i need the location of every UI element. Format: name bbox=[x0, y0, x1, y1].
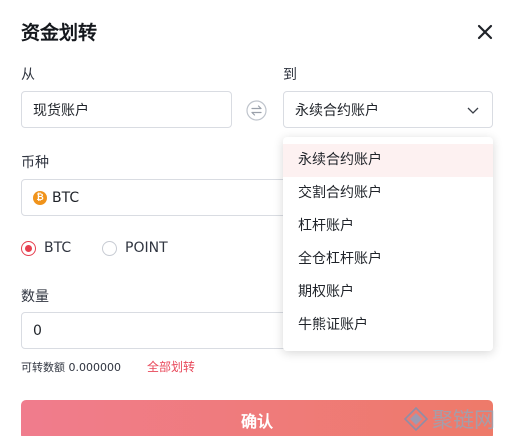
chevron-down-icon bbox=[467, 107, 479, 114]
close-icon[interactable] bbox=[473, 20, 497, 44]
radio-unchecked-icon bbox=[102, 240, 117, 256]
amount-label: 数量 bbox=[21, 289, 49, 305]
bitcoin-icon: ₿ bbox=[33, 190, 47, 205]
dropdown-option[interactable]: 全仓杠杆账户 bbox=[283, 243, 493, 276]
to-label: 到 bbox=[283, 67, 297, 83]
available-amount: 可转数额 0.000000 bbox=[21, 361, 121, 374]
swap-icon[interactable] bbox=[246, 100, 267, 121]
radio-point[interactable]: POINT bbox=[102, 240, 168, 256]
dropdown-option[interactable]: 牛熊证账户 bbox=[283, 309, 493, 342]
dropdown-option[interactable]: 杠杆账户 bbox=[283, 210, 493, 243]
dropdown-option[interactable]: 期权账户 bbox=[283, 276, 493, 309]
dialog-title: 资金划转 bbox=[21, 22, 98, 44]
from-label: 从 bbox=[21, 67, 35, 83]
watermark: 聚链网 bbox=[404, 404, 495, 434]
account-dropdown-menu: 永续合约账户 交割合约账户 杠杆账户 全仓杠杆账户 期权账户 牛熊证账户 bbox=[283, 137, 493, 351]
currency-value: BTC bbox=[52, 189, 80, 206]
transfer-all-link[interactable]: 全部划转 bbox=[147, 358, 195, 375]
dropdown-option[interactable]: 交割合约账户 bbox=[283, 177, 493, 210]
watermark-text: 聚链网 bbox=[432, 408, 495, 432]
to-account-select[interactable]: 永续合约账户 bbox=[283, 91, 493, 128]
watermark-logo-icon bbox=[404, 407, 428, 431]
to-account-value: 永续合约账户 bbox=[295, 102, 379, 119]
currency-label: 币种 bbox=[21, 155, 49, 171]
radio-point-label: POINT bbox=[125, 240, 168, 256]
radio-btc[interactable]: BTC bbox=[21, 240, 71, 256]
amount-value: 0 bbox=[33, 322, 42, 339]
from-account-value: 现货账户 bbox=[33, 102, 89, 119]
dropdown-option[interactable]: 永续合约账户 bbox=[283, 144, 493, 177]
radio-checked-icon bbox=[21, 240, 36, 256]
radio-btc-label: BTC bbox=[44, 240, 72, 256]
from-account-select[interactable]: 现货账户 bbox=[21, 91, 232, 128]
